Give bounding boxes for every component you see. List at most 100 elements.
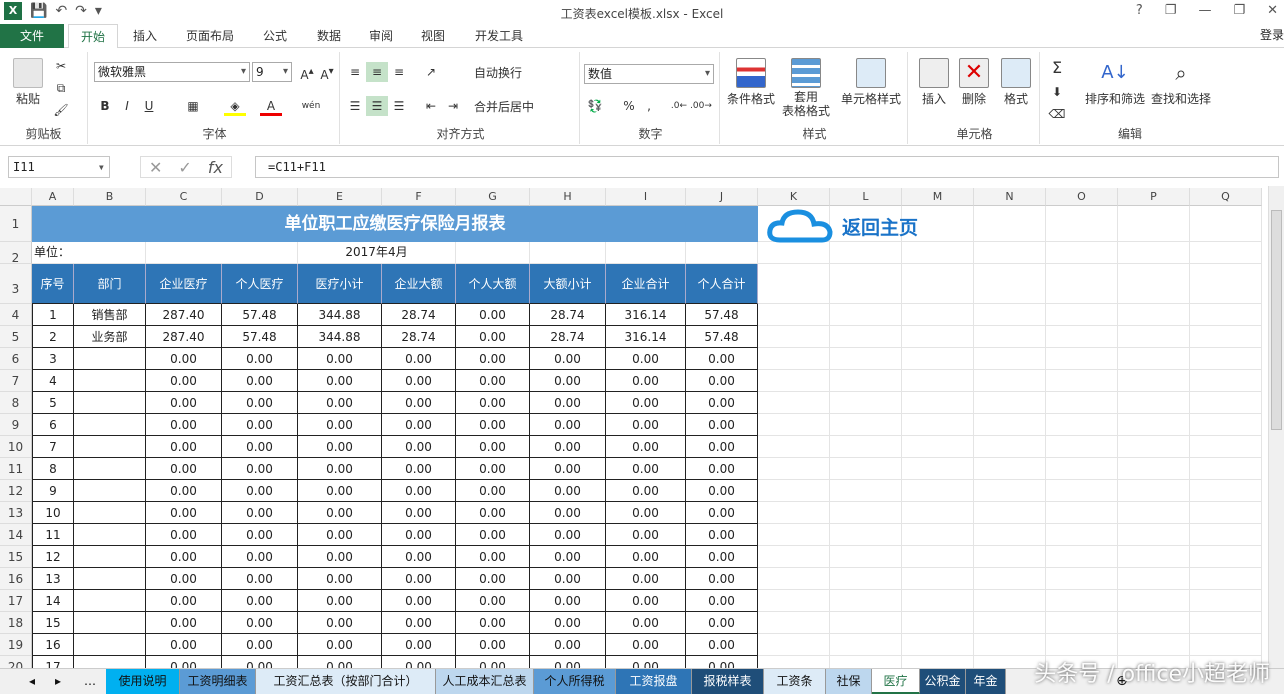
table-cell[interactable]: 0.00 — [222, 392, 298, 414]
align-right-icon[interactable]: ☰ — [388, 96, 410, 116]
table-cell[interactable]: 0.00 — [298, 348, 382, 370]
grid-cell[interactable] — [1118, 612, 1190, 634]
table-cell[interactable]: 0.00 — [530, 392, 606, 414]
table-cell[interactable]: 57.48 — [686, 326, 758, 348]
grid-cell[interactable] — [606, 242, 686, 264]
grid-cell[interactable] — [758, 502, 830, 524]
table-cell[interactable]: 0.00 — [686, 436, 758, 458]
grid-cell[interactable] — [758, 436, 830, 458]
grid-cell[interactable] — [974, 264, 1046, 304]
table-cell[interactable]: 6 — [32, 414, 74, 436]
conditional-format-button[interactable]: 条件格式 — [724, 58, 778, 107]
grid-cell[interactable] — [830, 656, 902, 668]
table-cell[interactable]: 7 — [32, 436, 74, 458]
grid-cell[interactable] — [830, 568, 902, 590]
table-cell[interactable] — [74, 568, 146, 590]
grid-cell[interactable] — [1118, 546, 1190, 568]
format-as-table-button[interactable]: 套用 表格格式 — [778, 58, 834, 118]
font-name-combo[interactable]: 微软雅黑 — [94, 62, 250, 82]
table-cell[interactable]: 0.00 — [686, 392, 758, 414]
table-cell[interactable]: 0.00 — [606, 568, 686, 590]
row-header[interactable]: 14 — [0, 524, 32, 546]
grid-cell[interactable] — [1190, 524, 1262, 546]
grid-cell[interactable] — [974, 634, 1046, 656]
table-cell[interactable]: 0.00 — [146, 612, 222, 634]
table-cell[interactable]: 0.00 — [530, 414, 606, 436]
table-cell[interactable]: 0.00 — [222, 458, 298, 480]
grid-cell[interactable] — [974, 546, 1046, 568]
table-cell[interactable]: 0.00 — [382, 458, 456, 480]
grid-cell[interactable] — [830, 370, 902, 392]
grid-cell[interactable] — [758, 568, 830, 590]
table-cell[interactable]: 344.88 — [298, 326, 382, 348]
row-header[interactable]: 9 — [0, 414, 32, 436]
vertical-scrollbar[interactable] — [1268, 186, 1284, 670]
table-cell[interactable]: 0.00 — [382, 480, 456, 502]
table-cell[interactable]: 0.00 — [456, 634, 530, 656]
table-cell[interactable]: 0.00 — [382, 392, 456, 414]
close-icon[interactable]: ✕ — [1267, 3, 1278, 18]
grid-cell[interactable] — [1190, 348, 1262, 370]
table-cell[interactable]: 0.00 — [298, 546, 382, 568]
table-header-cell[interactable]: 企业合计 — [606, 264, 686, 304]
table-cell[interactable]: 0.00 — [686, 634, 758, 656]
table-cell[interactable]: 0.00 — [298, 436, 382, 458]
table-cell[interactable]: 4 — [32, 370, 74, 392]
home-link[interactable]: 返回主页 — [766, 206, 918, 246]
phonetic-button[interactable]: wén — [300, 96, 322, 116]
table-cell[interactable]: 0.00 — [146, 370, 222, 392]
table-cell[interactable]: 0.00 — [606, 612, 686, 634]
copy-icon[interactable]: ⧉ — [50, 78, 72, 98]
column-header[interactable]: P — [1118, 188, 1190, 206]
table-cell[interactable]: 0.00 — [686, 502, 758, 524]
table-cell[interactable]: 0.00 — [298, 458, 382, 480]
tab-data[interactable]: 数据 — [306, 24, 352, 48]
insert-function-icon[interactable]: fx — [208, 158, 223, 177]
fill-color-icon[interactable]: ◈ — [224, 96, 246, 116]
grid-cell[interactable] — [830, 392, 902, 414]
grid-cell[interactable] — [1046, 370, 1118, 392]
increase-decimal-icon[interactable]: .0← — [668, 96, 690, 116]
grid-cell[interactable] — [1190, 568, 1262, 590]
grid-cell[interactable] — [830, 264, 902, 304]
table-cell[interactable]: 344.88 — [298, 304, 382, 326]
tab-page-layout[interactable]: 页面布局 — [176, 24, 244, 48]
table-cell[interactable]: 0.00 — [686, 414, 758, 436]
tab-insert[interactable]: 插入 — [122, 24, 168, 48]
table-cell[interactable]: 0.00 — [382, 414, 456, 436]
grid-cell[interactable] — [902, 590, 974, 612]
table-cell[interactable]: 28.74 — [382, 304, 456, 326]
table-cell[interactable]: 17 — [32, 656, 74, 668]
font-color-icon[interactable]: A — [260, 96, 282, 116]
grid-cell[interactable] — [1118, 524, 1190, 546]
grid-cell[interactable] — [1046, 612, 1118, 634]
grid-cell[interactable] — [974, 304, 1046, 326]
table-cell[interactable]: 0.00 — [298, 568, 382, 590]
grid-cell[interactable] — [830, 436, 902, 458]
row-header[interactable]: 20 — [0, 656, 32, 668]
grid-cell[interactable] — [974, 524, 1046, 546]
table-cell[interactable]: 287.40 — [146, 326, 222, 348]
table-cell[interactable]: 0.00 — [222, 370, 298, 392]
table-cell[interactable]: 0.00 — [456, 370, 530, 392]
login-link[interactable]: 登录 — [1260, 26, 1284, 43]
grid-cell[interactable] — [1118, 414, 1190, 436]
grid-cell[interactable] — [1046, 480, 1118, 502]
table-header-cell[interactable]: 企业大额 — [382, 264, 456, 304]
column-header[interactable]: F — [382, 188, 456, 206]
table-cell[interactable] — [74, 612, 146, 634]
grid-cell[interactable] — [758, 326, 830, 348]
table-cell[interactable]: 0.00 — [456, 524, 530, 546]
tab-developer[interactable]: 开发工具 — [464, 24, 534, 48]
grid-cell[interactable] — [902, 326, 974, 348]
table-cell[interactable]: 0.00 — [686, 524, 758, 546]
column-header[interactable]: G — [456, 188, 530, 206]
sheet-tab[interactable]: 年金 — [966, 669, 1006, 694]
table-header-cell[interactable]: 大额小计 — [530, 264, 606, 304]
table-cell[interactable]: 0.00 — [222, 612, 298, 634]
table-cell[interactable]: 0.00 — [146, 590, 222, 612]
table-cell[interactable]: 0.00 — [146, 436, 222, 458]
table-cell[interactable]: 0.00 — [382, 568, 456, 590]
column-header[interactable]: A — [32, 188, 74, 206]
grid-cell[interactable] — [1118, 590, 1190, 612]
